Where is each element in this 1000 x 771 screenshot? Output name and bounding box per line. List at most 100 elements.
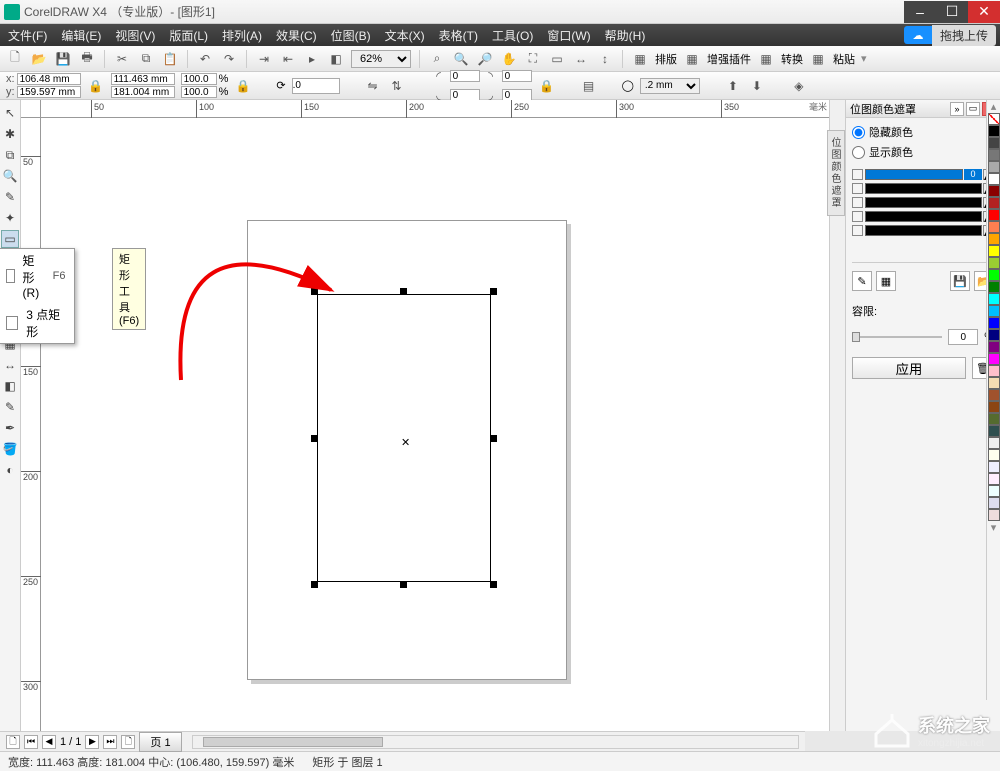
apply-button[interactable]: 应用 — [852, 357, 966, 379]
handle-top-mid[interactable] — [400, 288, 407, 295]
palette-swatch[interactable] — [988, 389, 1000, 401]
menu-table[interactable]: 表格(T) — [439, 27, 478, 44]
zoom-tool[interactable]: 🔍 — [1, 167, 19, 185]
zoom-in-icon[interactable]: 🔍 — [452, 50, 470, 68]
tolerance-input[interactable] — [948, 329, 978, 345]
convert-icon[interactable]: ▦ — [757, 50, 775, 68]
flyout-rectangle[interactable]: 矩形(R) F6 — [0, 249, 74, 303]
export-icon[interactable]: ⇤ — [279, 50, 297, 68]
palette-swatch[interactable] — [988, 137, 1000, 149]
no-fill-swatch[interactable] — [988, 113, 1000, 125]
pan-icon[interactable]: ✋ — [500, 50, 518, 68]
layout-icon[interactable]: ▦ — [631, 50, 649, 68]
ruler-origin[interactable] — [21, 100, 41, 118]
maximize-button[interactable]: ☐ — [936, 1, 968, 23]
fit-page-icon[interactable]: ▭ — [548, 50, 566, 68]
scrollbar-horizontal[interactable] — [192, 735, 799, 749]
paste-icon[interactable]: 📋 — [161, 50, 179, 68]
docker-collapse-button[interactable]: » — [950, 102, 964, 116]
scale-y-input[interactable] — [181, 86, 217, 98]
welcome-icon[interactable]: ◧ — [327, 50, 345, 68]
palette-swatch[interactable] — [988, 257, 1000, 269]
open-icon[interactable]: 📂 — [30, 50, 48, 68]
paste-ext-label[interactable]: 粘贴 — [833, 51, 855, 67]
palette-swatch[interactable] — [988, 401, 1000, 413]
cloud-icon[interactable]: ☁ — [904, 26, 932, 44]
selected-rectangle[interactable]: ✕ — [311, 288, 497, 588]
outline-tool[interactable]: ✒ — [1, 419, 19, 437]
pick-tool[interactable]: ↖ — [1, 104, 19, 122]
fill-tool[interactable]: 🪣 — [1, 440, 19, 458]
save-mask-button[interactable]: 💾 — [950, 271, 970, 291]
menu-text[interactable]: 文本(X) — [385, 27, 425, 44]
handle-mid-left[interactable] — [311, 435, 318, 442]
handle-bot-left[interactable] — [311, 581, 318, 588]
plugin-icon[interactable]: ▦ — [683, 50, 701, 68]
page-first-icon[interactable]: ⏮ — [24, 735, 38, 749]
fit-width-icon[interactable]: ↔ — [572, 50, 590, 68]
palette-swatch[interactable] — [988, 161, 1000, 173]
palette-swatch[interactable] — [988, 365, 1000, 377]
flyout-3pt-rectangle[interactable]: 3 点矩形 — [0, 303, 74, 343]
layout-label[interactable]: 排版 — [655, 51, 677, 67]
palette-swatch[interactable] — [988, 197, 1000, 209]
menu-effects[interactable]: 效果(C) — [276, 27, 317, 44]
outline-width-select[interactable]: .2 mm — [640, 78, 700, 94]
lock-pos-icon[interactable]: 🔒 — [87, 77, 105, 95]
palette-swatch[interactable] — [988, 461, 1000, 473]
handle-bot-mid[interactable] — [400, 581, 407, 588]
page-add-icon[interactable]: 🗋 — [6, 735, 20, 749]
close-button[interactable]: ✕ — [968, 1, 1000, 23]
zoom-select[interactable]: 62% — [351, 50, 411, 68]
palette-swatch[interactable] — [988, 497, 1000, 509]
palette-swatch[interactable] — [988, 149, 1000, 161]
smart-tool[interactable]: ✦ — [1, 209, 19, 227]
print-icon[interactable]: 🖶 — [78, 50, 96, 68]
palette-swatch[interactable] — [988, 269, 1000, 281]
launch-icon[interactable]: ▸ — [303, 50, 321, 68]
menu-edit[interactable]: 编辑(E) — [61, 27, 101, 44]
color-row-4[interactable]: ▴ — [852, 224, 994, 237]
corner-tl-icon[interactable]: ◜ — [430, 67, 448, 85]
edit-color-button[interactable]: ▦ — [876, 271, 896, 291]
docker-tab[interactable]: 位图颜色遮罩 — [827, 130, 845, 216]
corner-tr-input[interactable] — [502, 70, 532, 82]
palette-swatch[interactable] — [988, 449, 1000, 461]
menu-view[interactable]: 视图(V) — [115, 27, 155, 44]
menu-bitmaps[interactable]: 位图(B) — [331, 27, 371, 44]
palette-swatch[interactable] — [988, 425, 1000, 437]
palette-swatch[interactable] — [988, 317, 1000, 329]
interactive-fill-tool[interactable]: ◐ — [1, 461, 19, 479]
palette-swatch[interactable] — [988, 509, 1000, 521]
convert-curves-icon[interactable]: ◈ — [790, 77, 808, 95]
palette-swatch[interactable] — [988, 305, 1000, 317]
eyedropper-button[interactable]: ✎ — [852, 271, 872, 291]
menu-window[interactable]: 窗口(W) — [547, 27, 590, 44]
page-next-icon[interactable]: ▶ — [85, 735, 99, 749]
palette-up-icon[interactable]: ▴ — [987, 100, 1000, 113]
docker-min-button[interactable]: ▭ — [966, 102, 980, 116]
lock-ratio-icon[interactable]: 🔒 — [234, 77, 252, 95]
palette-swatch[interactable] — [988, 173, 1000, 185]
rectangle-tool[interactable]: ▭ — [1, 230, 19, 248]
page-last-icon[interactable]: ⏭ — [103, 735, 117, 749]
corners-lock-icon[interactable]: 🔒 — [538, 77, 556, 95]
to-front-icon[interactable]: ⬆ — [724, 77, 742, 95]
new-icon[interactable]: 🗋 — [6, 50, 24, 68]
palette-swatch[interactable] — [988, 209, 1000, 221]
dimension-tool[interactable]: ↔ — [1, 356, 19, 374]
palette-swatch[interactable] — [988, 185, 1000, 197]
width-input[interactable] — [111, 73, 175, 85]
wrap-icon[interactable]: ▤ — [580, 77, 598, 95]
page-prev-icon[interactable]: ◀ — [42, 735, 56, 749]
menu-layout[interactable]: 版面(L) — [169, 27, 208, 44]
color-row-1[interactable]: ▴ — [852, 182, 994, 195]
import-icon[interactable]: ⇥ — [255, 50, 273, 68]
color-row-2[interactable]: ▴ — [852, 196, 994, 209]
canvas[interactable]: 50 100 150 200 250 300 350 毫米 50 100 150… — [21, 100, 829, 731]
palette-swatch[interactable] — [988, 473, 1000, 485]
mirror-h-icon[interactable]: ⇋ — [364, 77, 382, 95]
corner-tr-icon[interactable]: ◝ — [482, 67, 500, 85]
x-input[interactable] — [17, 73, 81, 85]
to-back-icon[interactable]: ⬇ — [748, 77, 766, 95]
